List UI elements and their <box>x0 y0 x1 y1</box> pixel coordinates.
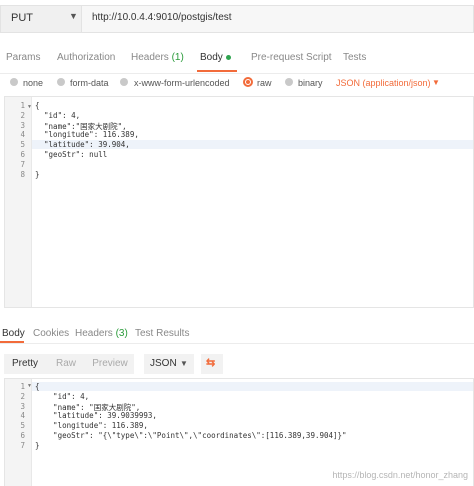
line-number: 3 <box>20 120 25 130</box>
code-line: "id": 4, <box>35 391 90 401</box>
line-number: 4 <box>20 130 25 140</box>
fold-arrow-icon[interactable]: ▼ <box>27 104 32 110</box>
response-headers-count-badge: (3) <box>115 328 128 339</box>
code-line: } <box>35 169 40 179</box>
radio-binary[interactable] <box>285 78 293 86</box>
headers-count-badge: (1) <box>171 52 184 63</box>
chevron-down-icon[interactable]: ▼ <box>180 359 188 368</box>
fold-arrow-icon[interactable]: ▼ <box>27 383 32 389</box>
body-indicator-dot <box>226 55 231 60</box>
code-line: "latitude": 39.904, <box>35 140 130 150</box>
radio-raw-label: raw <box>257 78 272 88</box>
chevron-down-icon[interactable]: ▼ <box>432 78 440 87</box>
content-type-select[interactable]: JSON (application/json) <box>336 78 431 88</box>
request-body-editor[interactable]: ▼ 1{2 "id": 4, 3 "name":"国家大剧院", 4 "longit… <box>4 96 474 308</box>
radio-form-data[interactable] <box>57 78 65 86</box>
line-number: 1 <box>20 382 25 391</box>
line-number: 2 <box>20 391 25 401</box>
raw-button[interactable]: Raw <box>46 354 86 374</box>
method-label: PUT <box>11 12 33 24</box>
tab-params[interactable]: Params <box>6 52 40 63</box>
line-number: 5 <box>20 421 25 431</box>
code-line: "longitude": 116.389, <box>35 421 148 431</box>
wrap-lines-icon: ⇆ <box>206 357 216 369</box>
line-number: 5 <box>20 140 25 150</box>
watermark: https://blog.csdn.net/honor_zhang <box>332 470 468 480</box>
radio-binary-label: binary <box>298 78 323 88</box>
response-tab-body[interactable]: Body <box>2 328 25 339</box>
response-tab-cookies[interactable]: Cookies <box>33 328 69 339</box>
divider <box>0 343 474 344</box>
active-tab-indicator <box>197 70 237 72</box>
line-number: 7 <box>20 440 25 450</box>
code-line: { <box>35 101 40 110</box>
code-line: { <box>35 382 40 391</box>
code-line: "longitude": 116.389, <box>35 130 139 140</box>
line-number: 1 <box>20 101 25 110</box>
response-tab-headers-label: Headers <box>75 328 113 339</box>
chevron-down-icon[interactable]: ▼ <box>69 11 78 21</box>
tab-headers-label: Headers <box>131 52 169 63</box>
code-line: "geoStr": "{\"type\":\"Point\",\"coordin… <box>35 431 347 440</box>
code-line: } <box>35 440 40 450</box>
line-number: 7 <box>20 159 25 169</box>
code-line: "id": 4, <box>35 110 81 120</box>
radio-raw[interactable] <box>243 77 253 87</box>
line-number: 3 <box>20 401 25 411</box>
format-label: JSON <box>150 358 177 369</box>
tab-body[interactable]: Body <box>200 52 223 63</box>
radio-none-label: none <box>23 78 44 88</box>
line-number: 4 <box>20 411 25 421</box>
radio-urlencoded-label: x-www-form-urlencoded <box>134 78 230 88</box>
code-line: "latitude": 39.9039993, <box>35 411 157 421</box>
radio-none[interactable] <box>10 78 18 86</box>
response-tab-test-results[interactable]: Test Results <box>135 328 189 339</box>
response-tab-headers[interactable]: Headers (3) <box>75 328 128 339</box>
radio-form-data-label: form-data <box>70 78 109 88</box>
tab-headers[interactable]: Headers (1) <box>131 52 184 63</box>
line-number: 2 <box>20 110 25 120</box>
line-number: 6 <box>20 150 25 159</box>
tab-prerequest-script[interactable]: Pre-request Script <box>251 52 332 63</box>
url-text: http://10.0.4.4:9010/postgis/test <box>92 12 232 23</box>
preview-button[interactable]: Preview <box>86 354 134 374</box>
tab-tests[interactable]: Tests <box>343 52 366 63</box>
radio-urlencoded[interactable] <box>120 78 128 86</box>
divider <box>0 73 474 74</box>
line-number: 8 <box>20 169 25 179</box>
tab-authorization[interactable]: Authorization <box>57 52 115 63</box>
line-number: 6 <box>20 431 25 440</box>
code-line: "geoStr": null <box>35 150 108 159</box>
pretty-button[interactable]: Pretty <box>4 354 46 374</box>
active-line-highlight <box>32 382 473 391</box>
